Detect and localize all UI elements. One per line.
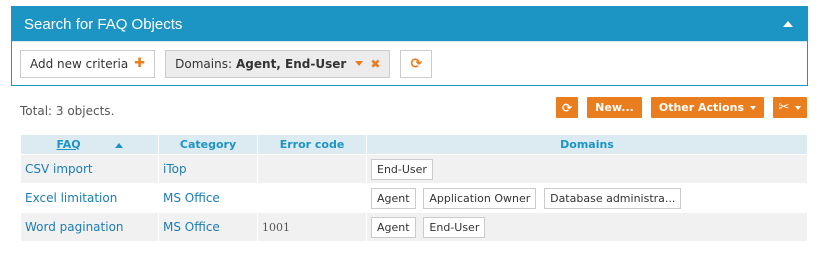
cell-category: iTop <box>158 154 258 184</box>
criterion-domains[interactable]: Domains: Agent, End-User ✖ <box>165 49 391 78</box>
category-link[interactable]: MS Office <box>163 191 220 205</box>
domain-tag[interactable]: Agent <box>371 216 416 238</box>
new-label: New... <box>595 101 634 114</box>
domain-tag[interactable]: Agent <box>371 187 416 209</box>
sort-asc-icon <box>114 142 123 148</box>
table-row: CSV import iTop End-User <box>20 154 808 184</box>
add-criteria-button[interactable]: Add new criteria ✚ <box>20 49 156 78</box>
domain-tag[interactable]: End-User <box>423 216 486 238</box>
refresh-icon: ⟳ <box>562 100 573 115</box>
caret-down-icon <box>750 105 756 110</box>
plus-icon: ✚ <box>134 56 146 71</box>
total-count: Total: 3 objects. <box>20 104 115 118</box>
tools-menu-button[interactable]: ✂ <box>773 97 807 118</box>
cell-error-code: 1001 <box>257 212 367 242</box>
table-header-row: FAQ Category Error code Domains <box>20 134 808 155</box>
table-row: Excel limitation MS Office Agent Applica… <box>20 183 808 213</box>
column-header-faq[interactable]: FAQ <box>20 134 159 155</box>
table-row: Word pagination MS Office 1001 Agent End… <box>20 212 808 242</box>
cell-faq: Word pagination <box>20 212 159 242</box>
criterion-name: Domains: <box>175 56 233 71</box>
cell-faq: Excel limitation <box>20 183 159 213</box>
domain-tag[interactable]: End-User <box>371 158 433 180</box>
cell-domains: End-User <box>366 154 808 184</box>
cell-category: MS Office <box>158 183 258 213</box>
category-link[interactable]: iTop <box>163 162 187 176</box>
faq-link[interactable]: Word pagination <box>25 220 124 234</box>
cell-category: MS Office <box>158 212 258 242</box>
caret-down-icon <box>795 105 802 110</box>
search-refresh-button[interactable]: ⟳ <box>400 49 433 78</box>
tools-icon: ✂ <box>778 100 790 115</box>
other-actions-button[interactable]: Other Actions <box>650 97 764 118</box>
search-title: Search for FAQ Objects <box>24 15 183 33</box>
results-toolbar: ⟳ New... Other Actions ✂ <box>547 97 807 118</box>
cell-error-code <box>257 154 367 184</box>
search-panel: Search for FAQ Objects Add new criteria … <box>11 6 808 86</box>
collapse-icon[interactable] <box>783 21 793 27</box>
domain-tag[interactable]: Application Owner <box>423 187 537 209</box>
column-header-domains[interactable]: Domains <box>366 134 808 155</box>
criterion-value: Agent, End-User <box>236 56 347 71</box>
refresh-button[interactable]: ⟳ <box>556 97 579 118</box>
category-link[interactable]: MS Office <box>163 220 220 234</box>
other-actions-label: Other Actions <box>658 101 744 114</box>
faq-link[interactable]: Excel limitation <box>25 191 117 205</box>
add-criteria-label: Add new criteria <box>30 56 129 71</box>
faq-link[interactable]: CSV import <box>25 162 93 176</box>
search-header[interactable]: Search for FAQ Objects <box>12 7 807 41</box>
domain-tag[interactable]: Database administra... <box>544 187 682 209</box>
caret-down-icon[interactable] <box>355 61 364 66</box>
cell-domains: Agent Application Owner Database adminis… <box>366 183 808 213</box>
new-button[interactable]: New... <box>587 97 642 118</box>
remove-icon[interactable]: ✖ <box>370 57 380 71</box>
results-table: FAQ Category Error code Domains CSV impo… <box>20 134 808 242</box>
refresh-icon: ⟳ <box>410 55 423 72</box>
cell-faq: CSV import <box>20 154 159 184</box>
column-header-category[interactable]: Category <box>158 134 258 155</box>
criteria-row: Add new criteria ✚ Domains: Agent, End-U… <box>12 41 807 85</box>
cell-domains: Agent End-User <box>366 212 808 242</box>
cell-error-code <box>257 183 367 213</box>
column-header-error-code[interactable]: Error code <box>257 134 367 155</box>
